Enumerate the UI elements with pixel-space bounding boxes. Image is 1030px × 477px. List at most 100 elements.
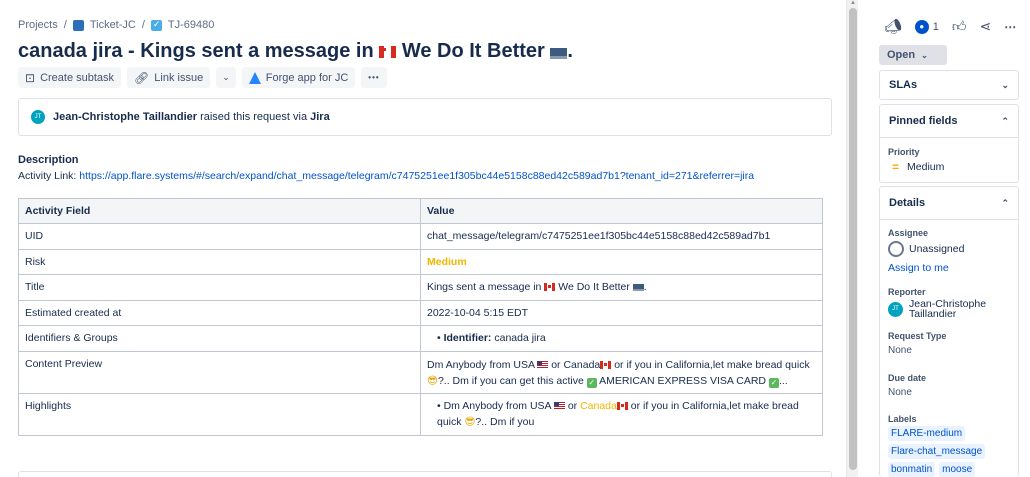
- table-header-row: Activity Field Value: [18, 198, 823, 224]
- activity-link[interactable]: https://app.flare.systems/#/search/expan…: [79, 170, 754, 182]
- issue-title-end: .: [567, 40, 573, 62]
- details-header[interactable]: Details ⌃: [880, 187, 1018, 219]
- field-name-cell: Highlights: [18, 392, 421, 436]
- forge-app-label: Forge app for JC: [265, 71, 349, 84]
- pinned-fields-header[interactable]: Pinned fields ⌃: [880, 105, 1018, 137]
- preview-text: or Canada: [551, 359, 601, 371]
- request-channel: Jira: [310, 111, 330, 123]
- laptop-icon: [550, 48, 568, 59]
- thumbs-up-icon[interactable]: 👍︎: [952, 18, 967, 35]
- chevron-down-icon[interactable]: ⌄: [1001, 80, 1009, 91]
- activity-table: Activity Field Value UID chat_message/te…: [18, 198, 823, 436]
- priority-value: Medium: [907, 161, 945, 173]
- list-item: Identifier: canada jira: [437, 332, 816, 344]
- watch-button[interactable]: ● 1: [914, 19, 939, 34]
- requester-name[interactable]: Jean-Christophe Taillandier: [53, 111, 197, 123]
- more-actions-button[interactable]: •••: [361, 67, 387, 88]
- reporter-name: Jean-Christophe Taillandier: [909, 299, 986, 320]
- create-subtask-label: Create subtask: [40, 71, 115, 84]
- label-tag[interactable]: Flare-chat_message: [888, 444, 986, 459]
- canada-flag-icon: [379, 46, 397, 58]
- breadcrumb-project[interactable]: Ticket-JC: [90, 19, 136, 31]
- priority-field[interactable]: = Medium: [892, 160, 1018, 174]
- slas-panel[interactable]: SLAs ⌄: [879, 70, 1019, 100]
- status-button[interactable]: Open ⌄: [879, 45, 947, 65]
- identifier-key: Identifier:: [443, 332, 492, 345]
- highlight-list: Dm Anybody from USA or Canada or if you …: [427, 398, 816, 430]
- label-tag[interactable]: bonmatin: [888, 462, 936, 477]
- share-icon[interactable]: ⋖: [980, 18, 992, 35]
- issue-toolbar: ⊡ Create subtask 🔗︎ Link issue ⌄ Forge a…: [18, 67, 387, 88]
- comment-box[interactable]: [18, 471, 832, 477]
- field-value-cell: Dm Anybody from USA or Canada or if you …: [420, 392, 823, 436]
- request-type-value[interactable]: None: [888, 345, 1018, 356]
- pinned-fields-title: Pinned fields: [889, 115, 958, 127]
- breadcrumb: Projects / Ticket-JC / TJ-69480: [18, 19, 214, 32]
- table-row: UID chat_message/telegram/c7475251ee1f30…: [18, 223, 823, 250]
- table-row: Identifiers & Groups Identifier: canada …: [18, 325, 823, 352]
- field-value-cell: chat_message/telegram/c7475251ee1f305bc4…: [420, 223, 823, 250]
- main-scrollbar[interactable]: ▲: [846, 0, 858, 477]
- details-panel: Details ⌃ Assignee Unassigned Assign to …: [879, 186, 1019, 477]
- canada-flag-icon: [544, 283, 556, 292]
- title-text: .: [643, 281, 647, 294]
- field-name-cell: Estimated created at: [18, 299, 421, 326]
- scrollbar-thumb[interactable]: [849, 8, 857, 470]
- pinned-fields-panel: Pinned fields ⌃ Priority = Medium: [879, 104, 1019, 183]
- field-value-cell: Identifier: canada jira: [420, 325, 823, 352]
- field-name-cell: Risk: [18, 248, 421, 275]
- table-header-cell: Value: [420, 198, 823, 224]
- status-label: Open: [887, 49, 916, 61]
- eye-icon: ●: [914, 19, 929, 34]
- user-icon: [888, 241, 904, 257]
- activity-link-prefix: Activity Link:: [18, 170, 77, 182]
- label-tag[interactable]: FLARE-medium: [888, 426, 966, 441]
- table-row: Highlights Dm Anybody from USA or Canada…: [18, 392, 823, 436]
- link-icon: 🔗︎: [134, 70, 150, 85]
- preview-text: ...: [778, 375, 788, 387]
- activity-link-line: Activity Link: https://app.flare.systems…: [18, 170, 754, 182]
- table-row: Title Kings sent a message in We Do It B…: [18, 274, 823, 301]
- description-heading: Description: [18, 154, 79, 166]
- breadcrumb-projects[interactable]: Projects: [18, 19, 58, 31]
- more-icon[interactable]: ⋯: [1004, 20, 1017, 34]
- request-type-label: Request Type: [888, 331, 947, 341]
- assign-to-me-link[interactable]: Assign to me: [888, 262, 1018, 274]
- assignee-label: Assignee: [888, 228, 929, 238]
- breadcrumb-issue-key[interactable]: TJ-69480: [168, 19, 214, 31]
- priority-label: Priority: [888, 147, 920, 157]
- slas-title: SLAs: [889, 79, 918, 91]
- create-subtask-button[interactable]: ⊡ Create subtask: [18, 67, 122, 88]
- chevron-down-icon: ⌄: [222, 72, 230, 82]
- field-name-cell: Content Preview: [18, 350, 421, 394]
- field-value-cell: Medium: [420, 248, 823, 275]
- details-title: Details: [889, 197, 926, 209]
- chevron-down-icon: ⌄: [921, 50, 928, 60]
- task-type-icon: [150, 19, 162, 31]
- issue-actions-bar: 📣︎ ● 1 👍︎ ⋖ ⋯: [884, 18, 1017, 35]
- feedback-icon[interactable]: 📣︎: [884, 18, 902, 35]
- link-issue-dropdown[interactable]: ⌄: [216, 67, 236, 88]
- due-date-label: Due date: [888, 373, 927, 383]
- forge-app-button[interactable]: Forge app for JC: [241, 67, 356, 88]
- labels-list: FLARE-medium Flare-chat_message bonmatin…: [880, 425, 1018, 477]
- link-issue-button[interactable]: 🔗︎ Link issue: [127, 67, 211, 88]
- preview-text: AMERICAN EXPRESS VISA CARD: [599, 375, 767, 387]
- usa-flag-icon: [553, 402, 565, 410]
- scroll-up-icon[interactable]: ▲: [850, 0, 856, 6]
- subtask-icon: ⊡: [25, 70, 36, 85]
- due-date-value[interactable]: None: [888, 387, 1018, 398]
- reporter-field[interactable]: JT Jean-Christophe Taillandier: [888, 299, 1018, 319]
- check-icon: ✓: [768, 378, 779, 388]
- assignee-field[interactable]: Unassigned: [888, 241, 1018, 257]
- issue-title[interactable]: canada jira - Kings sent a message in We…: [18, 40, 573, 63]
- field-value-cell: Dm Anybody from USA or Canada or if you …: [420, 350, 823, 394]
- slas-header: SLAs ⌄: [880, 71, 1018, 99]
- label-tag[interactable]: moose: [939, 462, 976, 477]
- usa-flag-icon: [537, 361, 549, 369]
- identifier-list: Identifier: canada jira: [427, 332, 816, 344]
- field-value-cell: 2022-10-04 5:15 EDT: [420, 299, 823, 326]
- field-name-cell: UID: [18, 223, 421, 250]
- project-icon: [72, 19, 84, 31]
- sunglasses-icon: 😎︎: [464, 416, 476, 428]
